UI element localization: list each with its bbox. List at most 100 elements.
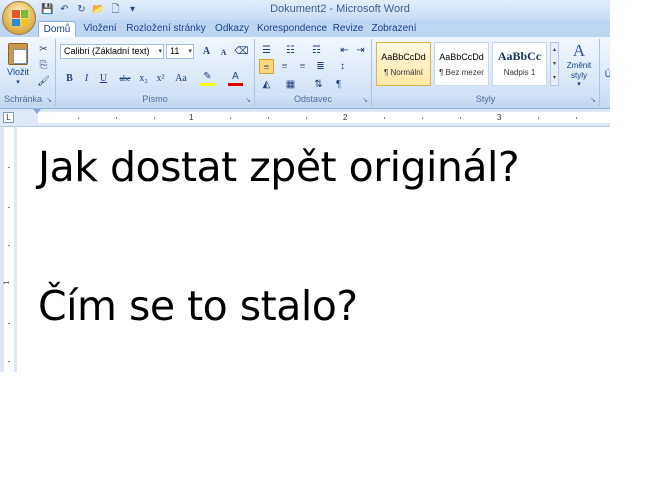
- chevron-down-icon: ▾: [158, 48, 162, 55]
- strikethrough-button[interactable]: abc: [116, 71, 134, 86]
- align-center-icon[interactable]: ≡: [277, 59, 292, 74]
- ruler-number: 1: [189, 113, 194, 122]
- ruler-number: 2: [343, 113, 348, 122]
- subscript-button[interactable]: x₂: [136, 71, 151, 86]
- clipboard-launcher-icon[interactable]: ↘: [45, 96, 53, 104]
- scroll-up-icon[interactable]: ▴: [551, 43, 558, 57]
- ruler-tick: [230, 117, 231, 119]
- tab-vlozeni[interactable]: Vložení: [80, 21, 120, 37]
- change-case-button[interactable]: Aa: [172, 71, 190, 86]
- style-name: Nadpis 1: [503, 68, 536, 77]
- window-title: Dokument2 - Microsoft Word: [270, 3, 410, 15]
- italic-button[interactable]: I: [79, 71, 94, 86]
- vruler-tick: [8, 167, 10, 168]
- align-left-icon[interactable]: ≡: [259, 59, 274, 74]
- numbering-icon[interactable]: ☷: [283, 43, 298, 58]
- change-styles-icon: A: [572, 41, 586, 60]
- justify-icon[interactable]: ≣: [313, 59, 328, 74]
- tab-selector[interactable]: L: [3, 112, 14, 123]
- vruler-tick: [8, 323, 10, 324]
- office-button[interactable]: [2, 1, 36, 35]
- copy-icon[interactable]: ⎘: [36, 58, 51, 73]
- bold-button[interactable]: B: [62, 71, 77, 86]
- ruler-tick: [422, 117, 423, 119]
- format-painter-icon[interactable]: 🖌: [36, 74, 51, 89]
- vruler-number: 1: [3, 280, 11, 285]
- grow-font-button[interactable]: A: [199, 44, 214, 59]
- vruler-tick: [8, 361, 10, 362]
- style-no-spacing[interactable]: AaBbCcDd ¶ Bez mezer: [434, 42, 489, 86]
- horizontal-ruler[interactable]: L 1 2 3: [0, 109, 610, 127]
- superscript-button[interactable]: x²: [153, 71, 168, 86]
- scroll-down-icon[interactable]: ▾: [551, 57, 558, 71]
- font-name-value: Calibri (Základní text): [64, 46, 150, 56]
- ribbon: Vložit ▾ ✂ ⎘ 🖌 Schránka ↘ Calibri (Zákla…: [0, 37, 610, 109]
- group-label-font: Písmo: [56, 93, 254, 106]
- show-marks-icon[interactable]: ¶: [331, 77, 346, 92]
- change-styles-label: Změnit styly: [566, 61, 592, 80]
- change-styles-dropdown-icon: ▾: [577, 81, 581, 88]
- tab-zobrazeni[interactable]: Zobrazení: [368, 21, 420, 37]
- shrink-font-button[interactable]: A: [216, 45, 231, 60]
- tab-rozlozeni-stranky[interactable]: Rozložení stránky: [122, 21, 210, 37]
- ruler-tick: [154, 117, 155, 119]
- vruler-tick: [8, 207, 10, 208]
- tab-domu[interactable]: Domů: [38, 21, 76, 37]
- decrease-indent-icon[interactable]: ⇤: [337, 43, 352, 58]
- ruler-tick: [78, 117, 79, 119]
- cut-icon[interactable]: ✂: [36, 42, 51, 57]
- style-normal[interactable]: AaBbCcDd ¶ Normální: [376, 42, 431, 86]
- sort-icon[interactable]: ⇅: [311, 77, 326, 92]
- paste-icon: [8, 43, 28, 65]
- tab-revize[interactable]: Revize: [332, 21, 364, 37]
- group-styles: AaBbCcDd ¶ Normální AaBbCcDd ¶ Bez mezer…: [372, 39, 600, 106]
- document-line[interactable]: Čím se to stalo?: [38, 282, 358, 330]
- font-color-button[interactable]: A: [228, 71, 243, 86]
- underline-button[interactable]: U: [96, 71, 111, 86]
- group-clipboard: Vložit ▾ ✂ ⎘ 🖌 Schránka ↘: [0, 39, 56, 106]
- ruler-tick: [116, 117, 117, 119]
- font-size-select[interactable]: 11 ▾: [166, 44, 194, 59]
- styles-gallery-scroll[interactable]: ▴ ▾ ▾: [550, 42, 559, 86]
- bullets-icon[interactable]: ☰: [259, 43, 274, 58]
- ruler-tick: [306, 117, 307, 119]
- tab-korespondence[interactable]: Korespondence: [256, 21, 328, 37]
- increase-indent-icon[interactable]: ⇥: [353, 43, 368, 58]
- borders-icon[interactable]: ▦: [283, 77, 298, 92]
- ruler-strip: 1 2 3: [38, 112, 610, 123]
- vertical-ruler[interactable]: 1: [0, 127, 17, 372]
- gallery-more-icon[interactable]: ▾: [551, 71, 558, 85]
- styles-launcher-icon[interactable]: ↘: [589, 96, 597, 104]
- style-sample: AaBbCc: [497, 49, 542, 63]
- multilevel-list-icon[interactable]: ☶: [309, 43, 324, 58]
- shading-icon[interactable]: ◭: [259, 77, 274, 92]
- vruler-tick: [8, 245, 10, 246]
- group-font: Calibri (Základní text) ▾ 11 ▾ A A ⌫ B I…: [56, 39, 255, 106]
- clear-formatting-icon[interactable]: ⌫: [234, 44, 249, 59]
- tab-odkazy[interactable]: Odkazy: [212, 21, 252, 37]
- ruler-number: 3: [497, 113, 502, 122]
- paste-button[interactable]: Vložit ▾: [3, 41, 33, 93]
- font-launcher-icon[interactable]: ↘: [244, 96, 252, 104]
- ribbon-tabs: Domů Vložení Rozložení stránky Odkazy Ko…: [0, 20, 610, 38]
- style-sample: AaBbCcDd: [439, 52, 484, 62]
- style-name: ¶ Normální: [384, 68, 423, 77]
- font-size-value: 11: [170, 46, 180, 56]
- font-name-select[interactable]: Calibri (Základní text) ▾: [60, 44, 164, 59]
- document-page[interactable]: Jak dostat zpět originál? Čím se to stal…: [17, 127, 610, 372]
- line-spacing-icon[interactable]: ↕: [335, 59, 350, 74]
- paste-label: Vložit: [6, 67, 29, 77]
- highlight-icon[interactable]: ✎: [200, 71, 215, 86]
- indent-marker-icon[interactable]: [33, 109, 41, 114]
- style-heading-1[interactable]: AaBbCc Nadpis 1: [492, 42, 547, 86]
- paragraph-launcher-icon[interactable]: ↘: [361, 96, 369, 104]
- editing-button[interactable]: Ú: [602, 67, 610, 81]
- style-sample: AaBbCcDd: [381, 52, 426, 62]
- change-styles-button[interactable]: A Změnit styly ▾: [562, 41, 596, 93]
- align-right-icon[interactable]: ≡: [295, 59, 310, 74]
- word-window: 💾 ↶ ↻ 📂 🗋 ▾ Dokument2 - Microsoft Word D…: [0, 0, 610, 372]
- office-logo-icon: [12, 10, 28, 26]
- vruler-strip: 1: [3, 127, 14, 372]
- ruler-tick: [268, 117, 269, 119]
- document-line[interactable]: Jak dostat zpět originál?: [38, 143, 520, 191]
